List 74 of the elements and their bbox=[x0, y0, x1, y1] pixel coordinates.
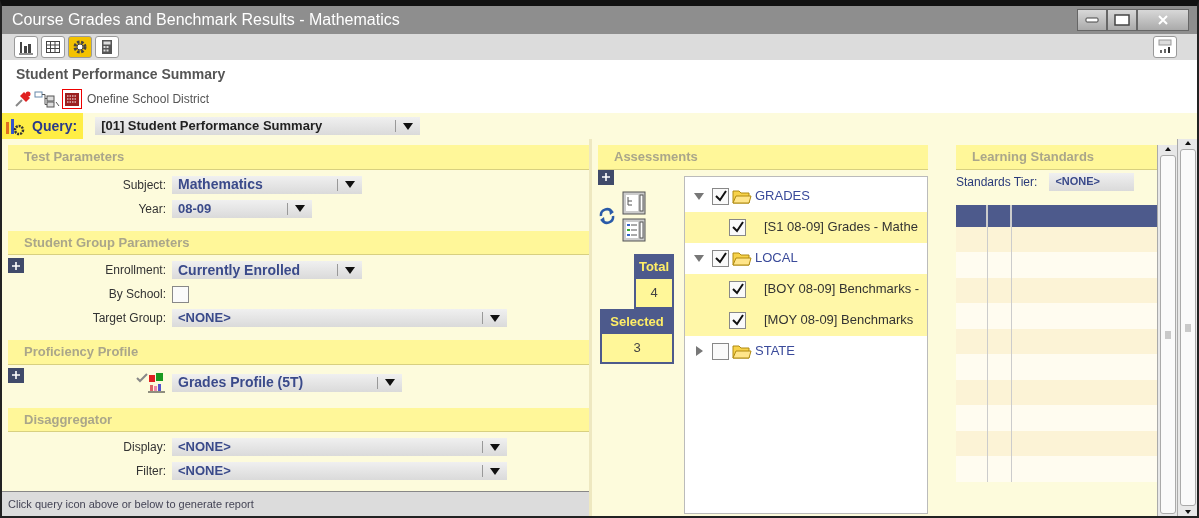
dropdown[interactable]: 08-09 bbox=[172, 199, 312, 218]
section-header: Student Group Parameters bbox=[8, 230, 589, 255]
hierarchy-icon[interactable] bbox=[34, 90, 60, 108]
dropdown[interactable]: <NONE> bbox=[172, 462, 507, 480]
caret-icon[interactable] bbox=[384, 377, 396, 388]
grip-icon[interactable] bbox=[1183, 323, 1192, 332]
down-arrow-icon[interactable] bbox=[1183, 508, 1192, 516]
folder-icon bbox=[732, 343, 752, 359]
status-text: Click query icon above or below to generate report bbox=[2, 490, 589, 516]
total-label: Total bbox=[634, 253, 674, 279]
section-header: Test Parameters bbox=[8, 145, 589, 170]
field-label: Display: bbox=[122, 439, 166, 456]
collapse-icon[interactable] bbox=[693, 190, 705, 202]
district-name: Onefine School District bbox=[87, 91, 210, 108]
dropdown[interactable]: Currently Enrolled bbox=[172, 261, 362, 279]
selected-label: Selected bbox=[600, 308, 674, 334]
tree-view-icon[interactable] bbox=[622, 190, 646, 215]
section-header: Assessments bbox=[598, 145, 928, 170]
report-title: Student Performance Summary bbox=[15, 65, 227, 84]
section-header: Proficiency Profile bbox=[8, 340, 589, 365]
window-title: Course Grades and Benchmark Results - Mathematics bbox=[12, 10, 400, 30]
total-count: 4 bbox=[634, 279, 674, 309]
scrollbar[interactable] bbox=[1177, 139, 1197, 516]
caret-icon[interactable] bbox=[402, 120, 415, 132]
caret-icon[interactable] bbox=[294, 203, 306, 214]
selected-count: 3 bbox=[600, 334, 674, 364]
pin-icon[interactable] bbox=[14, 90, 32, 108]
list-view-icon[interactable] bbox=[622, 217, 646, 242]
minimize-icon[interactable] bbox=[1085, 17, 1099, 23]
collapse-icon[interactable] bbox=[693, 252, 705, 264]
tree-item[interactable]: LOCAL bbox=[755, 248, 798, 268]
field-label: Year: bbox=[137, 200, 166, 218]
checkbox[interactable] bbox=[712, 342, 729, 360]
close-button[interactable] bbox=[1137, 9, 1189, 31]
expand-icon[interactable] bbox=[693, 345, 705, 357]
dropdown[interactable]: Mathematics bbox=[172, 175, 362, 194]
tree-item[interactable]: GRADES bbox=[755, 186, 810, 206]
check-icon bbox=[136, 372, 148, 383]
dropdown[interactable]: <NONE> bbox=[172, 309, 507, 327]
building-icon[interactable] bbox=[62, 89, 82, 109]
section-header: Learning Standards bbox=[956, 145, 1157, 170]
dropdown[interactable]: <NONE> bbox=[172, 438, 507, 456]
caret-icon[interactable] bbox=[489, 312, 501, 324]
field-label: Enrollment: bbox=[104, 262, 166, 279]
minimize-button[interactable] bbox=[1077, 9, 1107, 31]
scroll-thumb[interactable] bbox=[1179, 149, 1196, 506]
caret-icon[interactable] bbox=[344, 179, 356, 190]
field-label: Subject: bbox=[121, 176, 166, 194]
query-dropdown[interactable]: [01] Student Performance Summary bbox=[95, 117, 421, 135]
field-label: Filter: bbox=[135, 463, 166, 480]
field-label: Standards Tier: bbox=[956, 173, 1038, 191]
caret-icon[interactable] bbox=[489, 441, 501, 453]
caret-icon[interactable] bbox=[344, 264, 356, 276]
tree-item[interactable]: STATE bbox=[755, 341, 795, 361]
field-label: By School: bbox=[107, 286, 166, 303]
section-header: Disaggregator bbox=[8, 407, 589, 432]
dropdown[interactable]: <NONE> bbox=[1049, 172, 1135, 191]
maximize-button[interactable] bbox=[1107, 9, 1137, 31]
folder-icon bbox=[732, 250, 752, 266]
scrollbar[interactable] bbox=[1157, 145, 1177, 516]
query-icon[interactable] bbox=[4, 116, 26, 136]
refresh-icon[interactable] bbox=[598, 207, 616, 225]
bar-chart-icon bbox=[148, 372, 166, 393]
checkbox[interactable] bbox=[172, 285, 189, 303]
query-label: Query: bbox=[32, 116, 78, 136]
folder-icon bbox=[732, 188, 752, 204]
up-arrow-icon[interactable] bbox=[1183, 139, 1192, 147]
scroll-thumb[interactable] bbox=[1159, 155, 1176, 514]
caret-icon[interactable] bbox=[489, 465, 501, 477]
maximize-icon[interactable] bbox=[1114, 14, 1130, 26]
field-label: Target Group: bbox=[91, 310, 166, 327]
grip-icon[interactable] bbox=[1163, 330, 1172, 339]
profile-dropdown[interactable]: Grades Profile (5T) bbox=[172, 373, 402, 392]
up-arrow-icon[interactable] bbox=[1163, 145, 1172, 153]
